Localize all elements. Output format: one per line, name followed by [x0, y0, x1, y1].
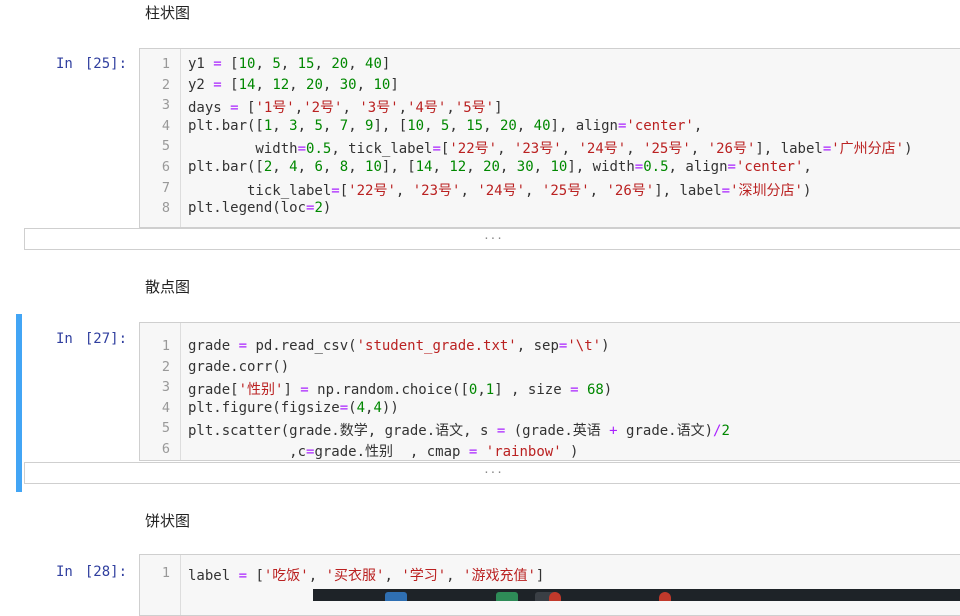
line-number: 1 [161, 338, 170, 354]
input-prompt: In [25]: [56, 56, 128, 72]
code-line[interactable]: y1 = [10, 5, 15, 20, 40] [188, 56, 390, 72]
collapsed-output[interactable]: ... [24, 228, 960, 250]
code-line[interactable]: plt.legend(loc=2) [188, 200, 331, 216]
line-number-gutter: 1 2 3 4 5 6 7 8 [140, 49, 181, 227]
code-line[interactable]: plt.bar([2, 4, 6, 8, 10], [14, 12, 20, 3… [188, 159, 812, 175]
code-editor[interactable]: 1 label = ['吃饭', '买衣服', '学习', '游戏充值'] [139, 554, 960, 616]
line-number: 6 [161, 159, 170, 175]
line-number-gutter: 1 [140, 555, 181, 615]
line-number: 8 [161, 200, 170, 217]
line-number: 7 [161, 179, 170, 196]
line-number: 1 [161, 56, 170, 72]
line-number: 5 [161, 138, 170, 155]
spreadsheet-icon[interactable] [496, 592, 518, 601]
section-heading-pie: 饼状图 [145, 512, 191, 530]
section-heading-scatter: 散点图 [145, 278, 191, 296]
media-icon[interactable] [549, 592, 561, 601]
line-number: 3 [161, 97, 170, 114]
code-cell-25[interactable]: In [25]: 1 2 3 4 5 6 7 8 y1 = [10, 5, 15, 20, 40… [0, 48, 960, 252]
taskbar [313, 589, 960, 601]
code-editor[interactable]: 1 2 3 4 5 6 grade = pd.read_csv('student_grad… [139, 322, 960, 461]
code-line[interactable]: y2 = [14, 12, 20, 30, 10] [188, 77, 399, 93]
code-line[interactable]: grade = pd.read_csv('student_grade.txt',… [188, 338, 610, 354]
selected-cell-indicator [16, 314, 22, 492]
section-heading-bar-chart: 柱状图 [145, 4, 191, 22]
line-number: 4 [161, 117, 170, 134]
code-line[interactable]: width=0.5, tick_label=['22号', '23号', '24… [188, 138, 912, 158]
code-line[interactable]: days = ['1号','2号', '3号','4号','5号'] [188, 97, 503, 117]
line-number: 3 [161, 379, 170, 396]
code-line[interactable]: plt.bar([1, 3, 5, 7, 9], [10, 5, 15, 20,… [188, 118, 702, 134]
code-cell-27[interactable]: In [27]: 1 2 3 4 5 6 grade = pd.read_csv('stud… [0, 314, 960, 494]
code-line[interactable]: grade['性别'] = np.random.choice([0,1] , s… [188, 379, 612, 399]
code-line[interactable]: label = ['吃饭', '买衣服', '学习', '游戏充值'] [188, 565, 544, 585]
code-line[interactable]: plt.figure(figsize=(4,4)) [188, 400, 399, 416]
code-line[interactable]: tick_label=['22号', '23号', '24号', '25号', … [188, 180, 811, 200]
line-number: 5 [161, 420, 170, 437]
line-number: 2 [161, 358, 170, 375]
collapsed-output[interactable]: ... [24, 462, 960, 484]
input-prompt: In [28]: [56, 564, 128, 580]
code-line[interactable]: grade.corr() [188, 359, 289, 375]
file-explorer-icon[interactable] [385, 592, 407, 601]
code-line[interactable]: plt.scatter(grade.数学, grade.语文, s = (gra… [188, 420, 730, 440]
code-editor[interactable]: 1 2 3 4 5 6 7 8 y1 = [10, 5, 15, 20, 40] y2 = [1… [139, 48, 960, 228]
line-number: 1 [161, 565, 170, 581]
line-number: 4 [161, 399, 170, 416]
code-line[interactable]: ,c=grade.性别 , cmap = 'rainbow' ) [188, 441, 578, 460]
app-icon[interactable] [659, 592, 671, 601]
line-number-gutter: 1 2 3 4 5 6 [140, 323, 181, 460]
line-number: 2 [161, 76, 170, 93]
line-number: 6 [161, 441, 170, 457]
input-prompt: In [27]: [56, 331, 128, 347]
